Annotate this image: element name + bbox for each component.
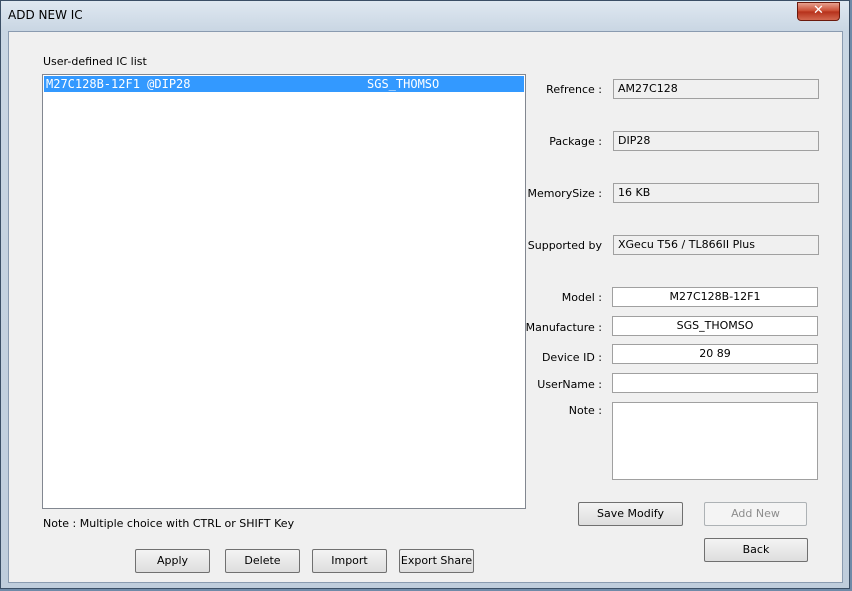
close-icon: ✕ <box>813 3 824 18</box>
model-input[interactable]: M27C128B-12F1 <box>612 287 818 307</box>
close-button[interactable]: ✕ <box>797 2 840 21</box>
add-new-ic-window: ADD NEW IC ✕ User-defined IC list M27C12… <box>0 0 850 589</box>
supported-by-field: XGecu T56 / TL866II Plus <box>613 235 819 255</box>
apply-button[interactable]: Apply <box>135 549 210 573</box>
delete-button[interactable]: Delete <box>225 549 300 573</box>
reference-label: Refrence : <box>546 83 602 96</box>
save-modify-button[interactable]: Save Modify <box>578 502 683 526</box>
dialog-client-area: User-defined IC list M27C128B-12F1 @DIP2… <box>8 31 843 583</box>
note-label: Note : <box>568 404 602 417</box>
ic-list-label: User-defined IC list <box>43 55 147 68</box>
reference-field: AM27C128 <box>613 79 819 99</box>
ic-listbox[interactable]: M27C128B-12F1 @DIP28 SGS_THOMSO <box>42 74 526 509</box>
username-input[interactable] <box>612 373 818 393</box>
import-button[interactable]: Import <box>312 549 387 573</box>
supported-by-label: Supported by <box>527 239 602 252</box>
title-bar[interactable]: ADD NEW IC ✕ <box>1 1 849 31</box>
device-id-label: Device ID : <box>541 351 602 364</box>
model-label: Model : <box>561 291 602 304</box>
manufacture-input[interactable]: SGS_THOMSO <box>612 316 818 336</box>
note-textarea[interactable] <box>612 402 818 480</box>
memory-size-label: MemorySize : <box>527 187 602 200</box>
list-item-maker: SGS_THOMSO <box>367 77 440 91</box>
package-field: DIP28 <box>613 131 819 151</box>
add-new-button[interactable]: Add New <box>704 502 807 526</box>
list-item[interactable]: M27C128B-12F1 @DIP28 SGS_THOMSO <box>44 76 524 92</box>
list-item-part: M27C128B-12F1 @DIP28 <box>46 77 191 91</box>
multi-select-note: Note : Multiple choice with CTRL or SHIF… <box>43 517 295 530</box>
manufacture-label: Manufacture : <box>525 321 602 334</box>
username-label: UserName : <box>537 378 602 391</box>
package-label: Package : <box>549 135 602 148</box>
memory-size-field: 16 KB <box>613 183 819 203</box>
export-share-button[interactable]: Export Share <box>399 549 474 573</box>
window-title: ADD NEW IC <box>8 8 83 22</box>
back-button[interactable]: Back <box>704 538 808 562</box>
device-id-input[interactable]: 20 89 <box>612 344 818 364</box>
